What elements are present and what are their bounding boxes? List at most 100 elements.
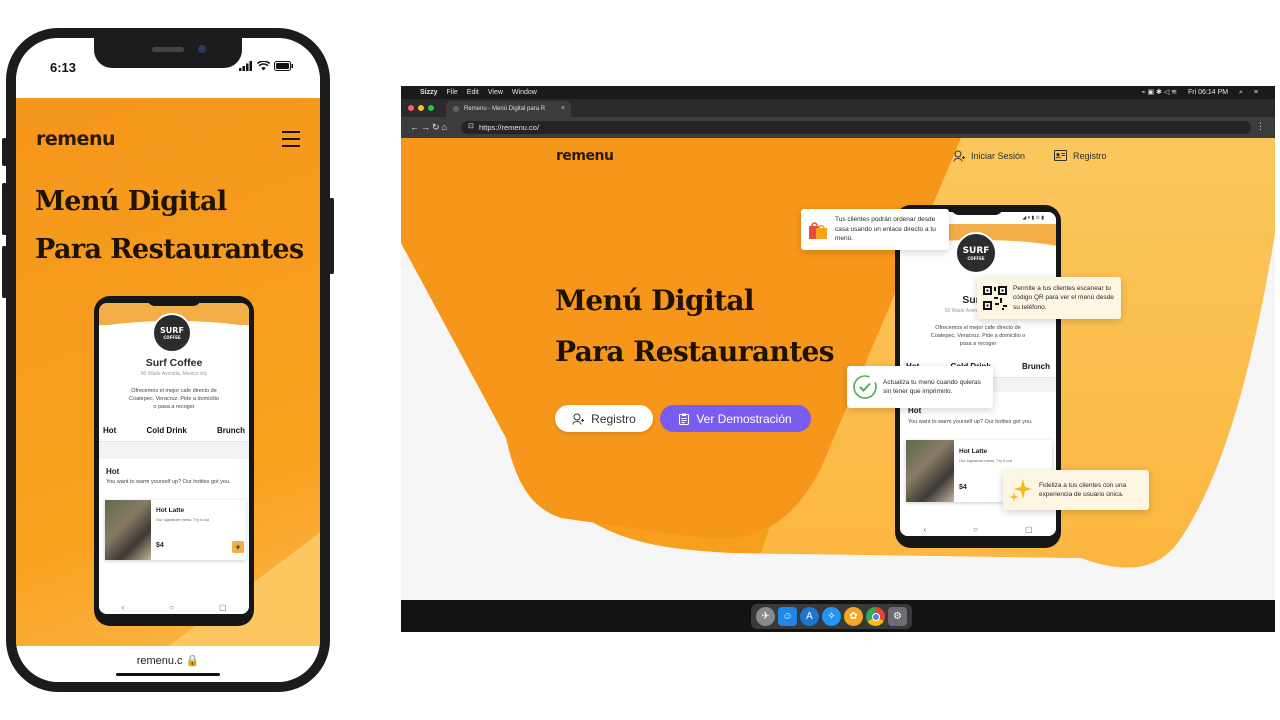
home-icon[interactable]: ○ (973, 525, 978, 534)
maximize-window-button[interactable] (428, 105, 434, 111)
safari-icon[interactable]: ✧ (822, 607, 841, 626)
iphone-volume-down (2, 246, 7, 298)
url-text: remenu.c 🔒 (16, 654, 320, 667)
safari-url-bar[interactable]: remenu.c 🔒 (16, 646, 320, 682)
address-bar[interactable]: ⊡ https://remenu.co/ (461, 121, 1251, 134)
status-time: 6:13 (50, 60, 77, 75)
menu-window[interactable]: Window (512, 89, 537, 96)
menu-app-name[interactable]: Sizzy (420, 89, 438, 96)
item-image (906, 440, 954, 502)
android-phone-mockup: SURF COFFEE Surf Coffee 50 Wade Avenida,… (94, 296, 254, 626)
logo-subtext: COFFEE (967, 255, 985, 261)
home-icon[interactable]: ○ (169, 603, 174, 612)
tooltip-loyalty-text: Fideliza a tus clientes con una experien… (1039, 481, 1127, 499)
item-subtitle: Our signature menu. Try it out (156, 517, 209, 522)
register-link[interactable]: Registro (1054, 150, 1107, 161)
battery-icon (274, 61, 293, 71)
tabs-shadow-area (99, 442, 249, 459)
wifi-icon (257, 61, 270, 71)
lock-icon: ⊡ (468, 123, 474, 130)
menu-view[interactable]: View (488, 89, 503, 96)
system-preferences-icon[interactable]: ⚙ (888, 607, 907, 626)
register-label: Registro (1073, 150, 1107, 161)
tooltip-update-menu: Actualiza tu menú cuando quieras sin ten… (847, 366, 993, 408)
restaurant-description: Ofrecemos el mejor cafe directo de Coate… (930, 325, 1026, 347)
back-icon[interactable]: ‹ (923, 525, 926, 534)
home-icon[interactable]: ⌂ (442, 122, 449, 132)
menu-edit[interactable]: Edit (467, 89, 479, 96)
mac-menu-bar: Sizzy File Edit View Window ⌁ ▣ ✱ ◁ ≋ Fr… (401, 86, 1275, 99)
hamburger-menu-icon[interactable] (282, 131, 300, 152)
add-item-button[interactable]: + (232, 541, 244, 553)
tab-close-icon[interactable]: × (561, 105, 565, 112)
login-link[interactable]: Iniciar Sesión (953, 150, 1025, 162)
launchpad-icon[interactable]: ✈ (756, 607, 775, 626)
demo-button-label: Ver Demostración (696, 411, 792, 426)
category-tabs: Hot Cold Drink Brunch (99, 421, 249, 441)
section-title: Hot (106, 467, 120, 476)
tab-brunch[interactable]: Brunch (1022, 362, 1050, 377)
id-card-icon (1054, 150, 1067, 161)
showcase-stage: 6:13 remenu Menú Digital Para Restaurant… (0, 0, 1280, 720)
mobile-hero-title: Menú Digital Para Restaurantes (35, 178, 304, 274)
restaurant-name: Surf Coffee (145, 357, 203, 369)
webpage: remenu Iniciar Sesión Registro Menú Digi… (401, 138, 1275, 600)
reload-icon[interactable]: ↻ (432, 122, 442, 132)
section-subtitle: You want to warm yourself up? Our hottie… (908, 419, 1033, 425)
item-image (105, 500, 151, 560)
tab-cold-drink[interactable]: Cold Drink (146, 426, 186, 441)
tooltip-order-text: Tus clientes podrán ordenar desde casa u… (835, 216, 936, 243)
browser-tab[interactable]: Remenu - Menú Digital para R × (446, 101, 571, 117)
tab-favicon-icon (453, 106, 459, 112)
recents-icon[interactable]: ▢ (1025, 525, 1033, 534)
clipboard-icon (679, 413, 690, 425)
speaker-grille (152, 47, 184, 52)
mobile-hero-section: remenu Menú Digital Para Restaurantes SU… (16, 98, 320, 646)
android-notch (951, 205, 1003, 215)
spotlight-icon[interactable]: ⌕ (1239, 89, 1243, 96)
surf-coffee-logo: SURF COFFEE (152, 313, 192, 353)
register-button[interactable]: Registro (555, 405, 653, 432)
logo-text: SURF (160, 326, 184, 335)
iphone-power-button (329, 198, 334, 274)
forward-arrow-icon[interactable]: → (421, 122, 432, 132)
tooltip-order-online: Tus clientes podrán ordenar desde casa u… (801, 209, 949, 250)
back-icon[interactable]: ‹ (121, 603, 124, 612)
remenu-logo[interactable]: remenu (36, 128, 116, 150)
menubar-clock[interactable]: Fri 06:14 PM (1188, 89, 1228, 96)
tab-brunch[interactable]: Brunch (217, 426, 245, 441)
finder-icon[interactable]: ☺ (778, 607, 797, 626)
demo-button[interactable]: Ver Demostración (660, 405, 811, 432)
login-label: Iniciar Sesión (971, 151, 1026, 161)
hero-line-2: Para Restaurantes (35, 234, 304, 265)
item-price: $4 (156, 542, 164, 549)
app-store-icon[interactable]: A (800, 607, 819, 626)
logo-text: SURF (962, 245, 990, 256)
nav-buttons: ←→↻⌂ (410, 122, 449, 133)
home-indicator[interactable] (116, 673, 220, 676)
menu-file[interactable]: File (447, 89, 458, 96)
close-window-button[interactable] (408, 105, 414, 111)
android-screen: SURF COFFEE Surf Coffee 50 Wade Avenida,… (99, 303, 249, 614)
sparkles-icon (1009, 478, 1033, 502)
android-nav-bar: ‹ ○ ▢ (900, 523, 1056, 536)
mac-dock: ✈ ☺ A ✧ ✿ ⚙ (401, 600, 1275, 632)
browser-menu-icon[interactable]: ⋮ (1256, 121, 1265, 132)
photos-icon[interactable]: ✿ (844, 607, 863, 626)
minimize-window-button[interactable] (418, 105, 424, 111)
hero-background-shape (401, 138, 1275, 568)
menu-item-card[interactable]: Hot Latte Our signature menu. Try it out… (105, 500, 246, 560)
tab-hot[interactable]: Hot (103, 426, 116, 441)
iphone-volume-up (2, 183, 7, 235)
control-center-icon[interactable]: ≡ (1254, 89, 1258, 96)
status-icons (239, 61, 294, 71)
back-arrow-icon[interactable]: ← (410, 122, 421, 132)
remenu-logo[interactable]: remenu (556, 148, 614, 164)
android-nav-bar: ‹ ○ ▢ (99, 600, 249, 614)
item-subtitle: Our signature menu. Try it out (959, 458, 1012, 463)
user-icon (953, 150, 965, 162)
recents-icon[interactable]: ▢ (219, 603, 227, 612)
hero-line-1: Menú Digital (35, 186, 227, 217)
qr-code-icon (983, 286, 1007, 310)
chrome-icon[interactable] (866, 607, 885, 626)
